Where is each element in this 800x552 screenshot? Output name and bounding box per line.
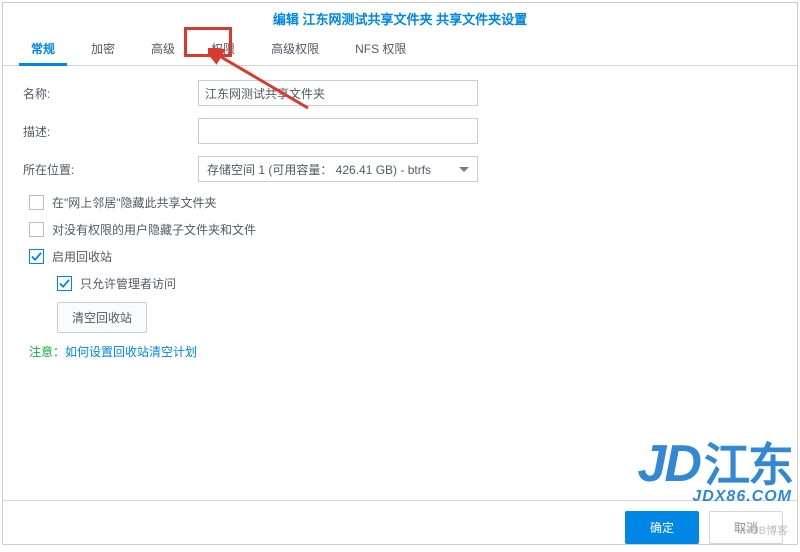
checkbox-checked-icon — [29, 249, 44, 264]
check-label: 只允许管理者访问 — [80, 275, 176, 292]
check-hide-sub-noperm[interactable]: 对没有权限的用户隐藏子文件夹和文件 — [29, 221, 777, 238]
tab-general[interactable]: 常规 — [13, 32, 73, 65]
checkbox-icon — [29, 195, 44, 210]
note-row: 注意：如何设置回收站清空计划 — [29, 343, 777, 360]
check-label: 在"网上邻居"隐藏此共享文件夹 — [52, 194, 217, 211]
clear-recycle-button[interactable]: 清空回收站 — [57, 302, 147, 333]
input-name[interactable] — [198, 80, 478, 106]
checkbox-checked-icon — [57, 276, 72, 291]
check-hide-neighbor[interactable]: 在"网上邻居"隐藏此共享文件夹 — [29, 194, 777, 211]
tab-nfs-permission[interactable]: NFS 权限 — [337, 32, 424, 65]
dialog-title: 编辑 江东网测试共享文件夹 共享文件夹设置 — [3, 3, 797, 32]
check-label: 对没有权限的用户隐藏子文件夹和文件 — [52, 221, 256, 238]
select-location-value: 存储空间 1 (可用容量： 426.41 GB) - btrfs — [207, 161, 431, 178]
ok-button[interactable]: 确定 — [625, 511, 699, 544]
tab-content-general: 名称: 描述: 所在位置: 存储空间 1 (可用容量： 426.41 GB) -… — [3, 66, 797, 500]
label-name: 名称: — [23, 85, 198, 102]
check-enable-recycle[interactable]: 启用回收站 — [29, 248, 777, 265]
note-prefix: 注意： — [29, 345, 65, 359]
tab-encryption[interactable]: 加密 — [73, 32, 133, 65]
tab-bar: 常规 加密 高级 权限 高级权限 NFS 权限 — [3, 32, 797, 66]
chevron-down-icon — [459, 167, 469, 172]
tab-advanced[interactable]: 高级 — [133, 32, 193, 65]
tab-adv-permission[interactable]: 高级权限 — [253, 32, 337, 65]
checkbox-icon — [29, 222, 44, 237]
check-admin-only[interactable]: 只允许管理者访问 — [57, 275, 777, 292]
input-desc[interactable] — [198, 118, 478, 144]
label-location: 所在位置: — [23, 161, 198, 178]
note-link[interactable]: 如何设置回收站清空计划 — [65, 345, 197, 359]
row-name: 名称: — [23, 80, 777, 106]
label-desc: 描述: — [23, 123, 198, 140]
row-desc: 描述: — [23, 118, 777, 144]
dialog-footer: 确定 取消 — [3, 500, 797, 544]
check-label: 启用回收站 — [52, 248, 112, 265]
row-location: 所在位置: 存储空间 1 (可用容量： 426.41 GB) - btrfs — [23, 156, 777, 182]
tab-permission[interactable]: 权限 — [193, 32, 253, 65]
cancel-button[interactable]: 取消 — [709, 511, 783, 544]
dialog: 编辑 江东网测试共享文件夹 共享文件夹设置 常规 加密 高级 权限 高级权限 N… — [2, 2, 798, 545]
select-location[interactable]: 存储空间 1 (可用容量： 426.41 GB) - btrfs — [198, 156, 478, 182]
